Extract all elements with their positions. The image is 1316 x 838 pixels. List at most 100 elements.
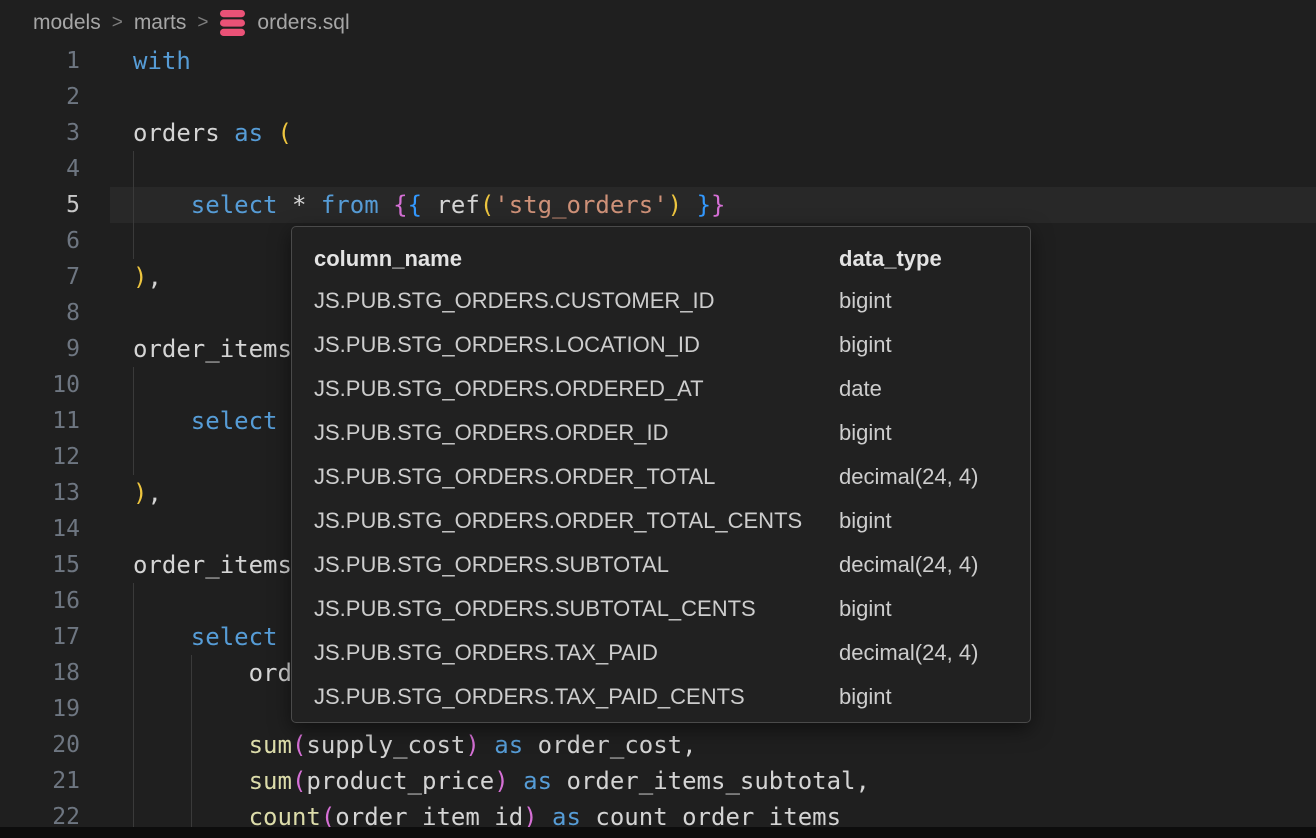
popup-cell-data-type: bigint <box>839 596 1008 622</box>
code-token: as <box>523 767 552 795</box>
code-token: ) <box>523 803 537 827</box>
line-number-2[interactable]: 2 <box>0 79 80 115</box>
line-number-4[interactable]: 4 <box>0 151 80 187</box>
line-number-11[interactable]: 11 <box>0 403 80 439</box>
line-number-20[interactable]: 20 <box>0 727 80 763</box>
popup-cell-data-type: decimal(24, 4) <box>839 552 1008 578</box>
popup-row: JS.PUB.STG_ORDERS.ORDER_TOTALdecimal(24,… <box>292 455 1030 499</box>
breadcrumb-item-models[interactable]: models <box>33 11 101 35</box>
line-number-19[interactable]: 19 <box>0 691 80 727</box>
code-line-4[interactable] <box>133 151 1316 187</box>
line-number-14[interactable]: 14 <box>0 511 80 547</box>
code-token <box>133 407 191 435</box>
line-number-7[interactable]: 7 <box>0 259 80 295</box>
code-token: ( <box>292 767 306 795</box>
popup-header-row: column_name data_type <box>292 239 1030 279</box>
code-token: { <box>408 191 422 219</box>
popup-row: JS.PUB.STG_ORDERS.TAX_PAIDdecimal(24, 4) <box>292 631 1030 675</box>
popup-cell-data-type: bigint <box>839 684 1008 710</box>
line-number-1[interactable]: 1 <box>0 43 80 79</box>
code-token <box>538 803 552 827</box>
code-token: order_item_id <box>335 803 523 827</box>
code-token: ) <box>465 731 479 759</box>
popup-cell-column-name: JS.PUB.STG_ORDERS.ORDER_TOTAL <box>314 464 839 490</box>
code-token: , <box>147 263 161 291</box>
code-token: { <box>393 191 407 219</box>
code-token: ref <box>422 191 480 219</box>
line-number-21[interactable]: 21 <box>0 763 80 799</box>
code-token: ord <box>133 659 292 687</box>
popup-cell-column-name: JS.PUB.STG_ORDERS.LOCATION_ID <box>314 332 839 358</box>
popup-cell-data-type: decimal(24, 4) <box>839 640 1008 666</box>
popup-header-data-type: data_type <box>839 246 1008 272</box>
popup-cell-column-name: JS.PUB.STG_ORDERS.ORDER_TOTAL_CENTS <box>314 508 839 534</box>
line-number-9[interactable]: 9 <box>0 331 80 367</box>
code-line-22[interactable]: count(order_item_id) as count_order_item… <box>133 799 1316 827</box>
code-token: supply_cost <box>306 731 465 759</box>
code-token: sum <box>249 767 292 795</box>
code-token: * <box>278 191 321 219</box>
code-token <box>133 731 249 759</box>
popup-cell-data-type: date <box>839 376 1008 402</box>
line-number-6[interactable]: 6 <box>0 223 80 259</box>
code-token: order_items <box>133 335 292 363</box>
code-token: ( <box>292 731 306 759</box>
popup-cell-column-name: JS.PUB.STG_ORDERS.SUBTOTAL <box>314 552 839 578</box>
code-line-1[interactable]: with <box>133 43 1316 79</box>
code-token: select <box>191 623 278 651</box>
code-token: select <box>191 191 278 219</box>
popup-cell-data-type: bigint <box>839 288 1008 314</box>
line-number-17[interactable]: 17 <box>0 619 80 655</box>
line-number-15[interactable]: 15 <box>0 547 80 583</box>
code-token: sum <box>249 731 292 759</box>
code-token <box>682 191 696 219</box>
popup-cell-column-name: JS.PUB.STG_ORDERS.ORDERED_AT <box>314 376 839 402</box>
popup-row: JS.PUB.STG_ORDERS.TAX_PAID_CENTSbigint <box>292 675 1030 719</box>
line-number-5[interactable]: 5 <box>0 187 80 223</box>
popup-row: JS.PUB.STG_ORDERS.LOCATION_IDbigint <box>292 323 1030 367</box>
code-line-20[interactable]: sum(supply_cost) as order_cost, <box>133 727 1316 763</box>
code-token: ) <box>668 191 682 219</box>
line-number-16[interactable]: 16 <box>0 583 80 619</box>
code-line-3[interactable]: orders as ( <box>133 115 1316 151</box>
code-token: as <box>494 731 523 759</box>
code-token <box>509 767 523 795</box>
line-number-3[interactable]: 3 <box>0 115 80 151</box>
popup-row: JS.PUB.STG_ORDERS.ORDERED_ATdate <box>292 367 1030 411</box>
line-number-8[interactable]: 8 <box>0 295 80 331</box>
code-token: ) <box>133 263 147 291</box>
database-icon <box>219 10 246 36</box>
popup-row: JS.PUB.STG_ORDERS.SUBTOTAL_CENTSbigint <box>292 587 1030 631</box>
code-token: ) <box>133 479 147 507</box>
code-token: 'stg_orders' <box>494 191 667 219</box>
code-token: count_order_items <box>581 803 841 827</box>
popup-row: JS.PUB.STG_ORDERS.ORDER_IDbigint <box>292 411 1030 455</box>
breadcrumb-item-marts[interactable]: marts <box>134 11 187 35</box>
code-token <box>480 731 494 759</box>
code-token <box>379 191 393 219</box>
code-token: with <box>133 47 191 75</box>
breadcrumb-item-file[interactable]: orders.sql <box>257 11 349 35</box>
line-number-12[interactable]: 12 <box>0 439 80 475</box>
line-number-22[interactable]: 22 <box>0 799 80 827</box>
popup-cell-column-name: JS.PUB.STG_ORDERS.TAX_PAID <box>314 640 839 666</box>
popup-cell-data-type: decimal(24, 4) <box>839 464 1008 490</box>
chevron-right-icon: > <box>197 12 208 34</box>
line-number-18[interactable]: 18 <box>0 655 80 691</box>
code-token: ( <box>480 191 494 219</box>
code-line-5[interactable]: select * from {{ ref('stg_orders') }} <box>133 187 1316 223</box>
code-token: } <box>697 191 711 219</box>
line-number-10[interactable]: 10 <box>0 367 80 403</box>
popup-rows: JS.PUB.STG_ORDERS.CUSTOMER_IDbigintJS.PU… <box>292 279 1030 719</box>
line-number-13[interactable]: 13 <box>0 475 80 511</box>
code-line-21[interactable]: sum(product_price) as order_items_subtot… <box>133 763 1316 799</box>
popup-cell-data-type: bigint <box>839 332 1008 358</box>
popup-header-column-name: column_name <box>314 246 839 272</box>
popup-cell-data-type: bigint <box>839 420 1008 446</box>
code-token: , <box>147 479 161 507</box>
popup-cell-column-name: JS.PUB.STG_ORDERS.TAX_PAID_CENTS <box>314 684 839 710</box>
code-line-2[interactable] <box>133 79 1316 115</box>
code-token <box>263 119 277 147</box>
code-token: order_cost, <box>523 731 696 759</box>
popup-cell-column-name: JS.PUB.STG_ORDERS.SUBTOTAL_CENTS <box>314 596 839 622</box>
